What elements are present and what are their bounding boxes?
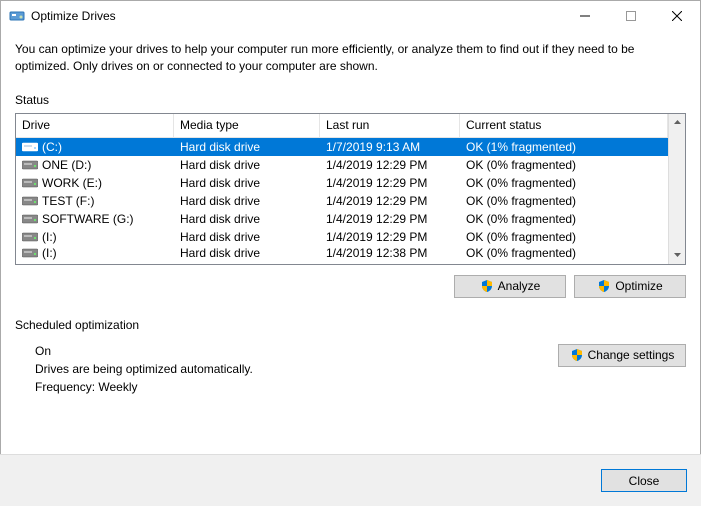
drive-icon: [22, 231, 38, 243]
drive-last-run: 1/4/2019 12:29 PM: [320, 230, 460, 244]
scroll-up-icon[interactable]: [669, 114, 685, 131]
drive-media: Hard disk drive: [174, 158, 320, 172]
drive-last-run: 1/4/2019 12:29 PM: [320, 176, 460, 190]
shield-icon: [570, 348, 584, 362]
drive-status: OK (0% fragmented): [460, 230, 668, 244]
drive-last-run: 1/4/2019 12:29 PM: [320, 158, 460, 172]
drive-media: Hard disk drive: [174, 140, 320, 154]
column-drive[interactable]: Drive: [16, 114, 174, 137]
drive-last-run: 1/7/2019 9:13 AM: [320, 140, 460, 154]
analyze-label: Analyze: [498, 279, 541, 293]
drive-name: SOFTWARE (G:): [42, 212, 134, 226]
drive-icon: [22, 141, 38, 153]
close-dialog-button[interactable]: Close: [601, 469, 687, 492]
description-text: You can optimize your drives to help you…: [15, 41, 686, 75]
scheduled-status: On: [35, 344, 558, 358]
drive-name: (C:): [42, 140, 62, 154]
table-row[interactable]: SOFTWARE (G:) Hard disk drive1/4/2019 12:…: [16, 210, 668, 228]
shield-icon: [480, 279, 494, 293]
optimize-button[interactable]: Optimize: [574, 275, 686, 298]
table-row[interactable]: (I:) Hard disk drive1/4/2019 12:38 PMOK (…: [16, 246, 668, 260]
drive-media: Hard disk drive: [174, 212, 320, 226]
table-header: Drive Media type Last run Current status: [16, 114, 668, 138]
drive-icon: [22, 247, 38, 259]
optimize-label: Optimize: [615, 279, 662, 293]
analyze-button[interactable]: Analyze: [454, 275, 566, 298]
drive-status: OK (0% fragmented): [460, 246, 668, 260]
scheduled-line1: Drives are being optimized automatically…: [35, 362, 558, 376]
drive-icon: [22, 213, 38, 225]
drive-status: OK (0% fragmented): [460, 212, 668, 226]
window-title: Optimize Drives: [31, 9, 562, 23]
close-button[interactable]: [654, 1, 700, 31]
table-row[interactable]: (I:) Hard disk drive1/4/2019 12:29 PMOK (…: [16, 228, 668, 246]
drive-last-run: 1/4/2019 12:38 PM: [320, 246, 460, 260]
drive-name: (I:): [42, 246, 57, 260]
scheduled-label: Scheduled optimization: [15, 318, 686, 332]
drive-icon: [22, 195, 38, 207]
status-label: Status: [15, 93, 686, 107]
drive-media: Hard disk drive: [174, 176, 320, 190]
drive-status: OK (0% fragmented): [460, 158, 668, 172]
drive-name: (I:): [42, 230, 57, 244]
change-settings-label: Change settings: [588, 348, 675, 362]
shield-icon: [597, 279, 611, 293]
drive-icon: [22, 159, 38, 171]
drive-status: OK (1% fragmented): [460, 140, 668, 154]
scheduled-line2: Frequency: Weekly: [35, 380, 558, 394]
column-status[interactable]: Current status: [460, 114, 668, 137]
drive-name: TEST (F:): [42, 194, 94, 208]
scroll-down-icon[interactable]: [669, 247, 685, 264]
drive-name: ONE (D:): [42, 158, 91, 172]
drives-table: Drive Media type Last run Current status…: [15, 113, 686, 265]
drive-media: Hard disk drive: [174, 230, 320, 244]
footer: Close: [0, 454, 701, 506]
drive-media: Hard disk drive: [174, 246, 320, 260]
drive-name: WORK (E:): [42, 176, 102, 190]
table-row[interactable]: ONE (D:) Hard disk drive1/4/2019 12:29 PM…: [16, 156, 668, 174]
drive-last-run: 1/4/2019 12:29 PM: [320, 194, 460, 208]
table-row[interactable]: TEST (F:) Hard disk drive1/4/2019 12:29 P…: [16, 192, 668, 210]
drive-status: OK (0% fragmented): [460, 194, 668, 208]
table-row[interactable]: WORK (E:) Hard disk drive1/4/2019 12:29 P…: [16, 174, 668, 192]
drive-status: OK (0% fragmented): [460, 176, 668, 190]
titlebar: Optimize Drives: [1, 1, 700, 31]
drive-icon: [22, 177, 38, 189]
scrollbar[interactable]: [668, 114, 685, 264]
maximize-button[interactable]: [608, 1, 654, 31]
change-settings-button[interactable]: Change settings: [558, 344, 686, 367]
table-row[interactable]: (C:) Hard disk drive1/7/2019 9:13 AMOK (1…: [16, 138, 668, 156]
column-media[interactable]: Media type: [174, 114, 320, 137]
drive-last-run: 1/4/2019 12:29 PM: [320, 212, 460, 226]
window-controls: [562, 1, 700, 31]
scroll-track[interactable]: [669, 131, 685, 247]
column-last-run[interactable]: Last run: [320, 114, 460, 137]
app-icon: [9, 8, 25, 24]
drive-media: Hard disk drive: [174, 194, 320, 208]
minimize-button[interactable]: [562, 1, 608, 31]
